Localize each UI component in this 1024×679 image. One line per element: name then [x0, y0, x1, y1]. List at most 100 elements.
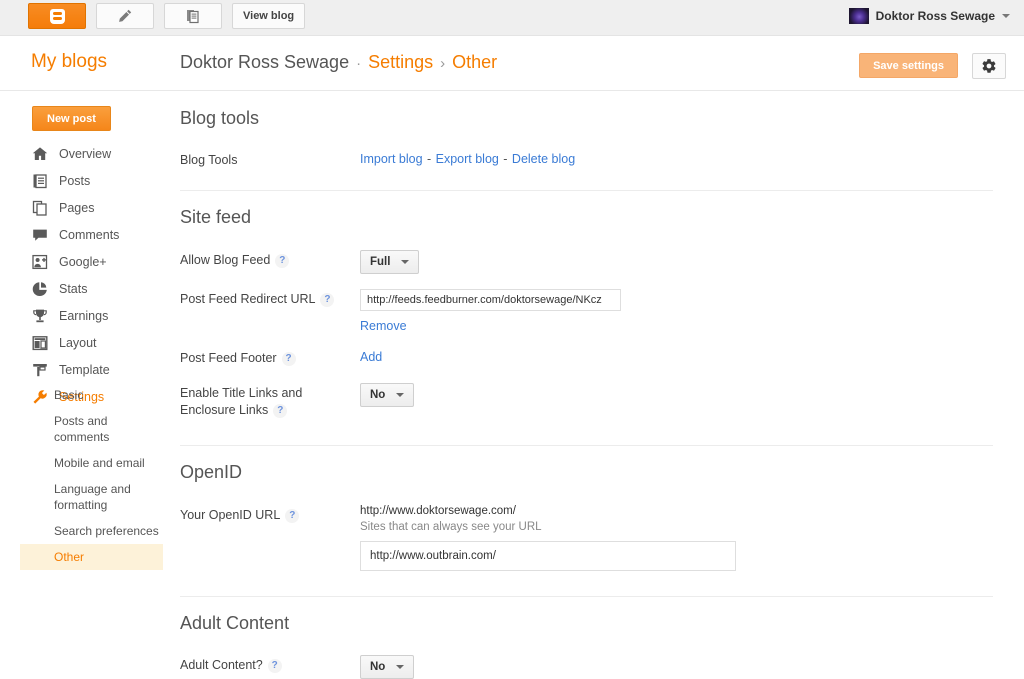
documents-icon — [187, 10, 199, 24]
top-toolbar: View blog Doktor Ross Sewage — [0, 0, 1024, 36]
export-blog-link[interactable]: Export blog — [436, 152, 499, 166]
sidebar-item-label: Pages — [59, 200, 95, 215]
sidebar-item-label: Comments — [59, 227, 120, 242]
remove-redirect-link[interactable]: Remove — [360, 319, 407, 333]
label-text: Post Feed Footer — [180, 351, 277, 365]
sidebar-item-label: Google+ — [59, 254, 107, 269]
sidebar-subitem-other[interactable]: Other — [20, 544, 163, 570]
breadcrumb-current-page[interactable]: Other — [452, 52, 497, 73]
import-blog-link[interactable]: Import blog — [360, 152, 423, 166]
sidebar-item-label: Template — [59, 362, 110, 377]
settings-gear-button[interactable] — [972, 53, 1006, 79]
new-post-label: New post — [47, 112, 96, 125]
user-avatar — [848, 8, 869, 24]
trophy-icon — [31, 307, 48, 324]
row-openid-url: Your OpenID URL? http://www.doktorsewage… — [180, 505, 1024, 571]
row-allow-blog-feed: Allow Blog Feed? Full — [180, 250, 1024, 274]
help-icon[interactable]: ? — [281, 351, 296, 366]
sidebar-item-label: Layout — [59, 335, 97, 350]
help-icon[interactable]: ? — [275, 253, 290, 268]
sidebar-item-stats[interactable]: Stats — [0, 277, 170, 300]
allow-blog-feed-select[interactable]: Full — [360, 250, 420, 274]
toolbar-button-group: View blog — [28, 3, 306, 29]
row-post-feed-redirect-url: Post Feed Redirect URL? Remove — [180, 289, 1024, 335]
sidebar-item-label: Posts — [59, 173, 91, 188]
section-title-blog-tools: Blog tools — [180, 108, 260, 128]
chevron-down-icon — [1002, 14, 1010, 18]
help-icon[interactable]: ? — [285, 508, 300, 523]
help-icon[interactable]: ? — [320, 292, 335, 307]
save-settings-button[interactable]: Save settings — [859, 53, 958, 78]
user-name-label: Doktor Ross Sewage — [875, 9, 995, 23]
row-post-feed-footer: Post Feed Footer? Add — [180, 348, 1024, 367]
sidebar-item-posts[interactable]: Posts — [0, 169, 170, 192]
sidebar-subitem-language-and-formatting[interactable]: Language and formatting — [20, 476, 140, 518]
add-footer-link[interactable]: Add — [360, 350, 382, 364]
posts-list-button[interactable] — [164, 3, 222, 29]
sidebar-item-pages[interactable]: Pages — [0, 196, 170, 219]
openid-allowed-sites-input[interactable] — [360, 541, 736, 571]
home-icon — [31, 145, 48, 162]
view-blog-label: View blog — [243, 10, 295, 22]
label-text: Your OpenID URL — [180, 508, 281, 522]
my-blogs-link[interactable]: My blogs — [31, 51, 107, 73]
template-icon — [31, 361, 48, 378]
main-content: Blog tools Blog Tools Import blog - Expo… — [180, 92, 1024, 679]
sidebar-item-google-plus[interactable]: Google+ — [0, 250, 170, 273]
row-label-post-feed-footer: Post Feed Footer? — [180, 348, 360, 367]
adult-content-select[interactable]: No — [360, 655, 415, 679]
help-icon[interactable]: ? — [273, 403, 288, 418]
posts-icon — [31, 172, 48, 189]
blogger-home-button[interactable] — [28, 3, 86, 29]
pages-icon — [31, 199, 48, 216]
comment-icon — [31, 226, 48, 243]
user-menu[interactable]: Doktor Ross Sewage — [848, 8, 1010, 24]
section-title-adult-content: Adult Content — [180, 613, 290, 633]
sidebar-item-label: Overview — [59, 146, 112, 161]
sidebar-item-label: Stats — [59, 281, 88, 296]
sidebar-item-earnings[interactable]: Earnings — [0, 304, 170, 327]
chevron-down-icon — [401, 260, 410, 264]
row-label-openid-url: Your OpenID URL? — [180, 505, 360, 524]
sidebar-item-comments[interactable]: Comments — [0, 223, 170, 246]
select-value: Full — [370, 256, 391, 268]
row-label-blog-tools: Blog Tools — [180, 153, 238, 167]
new-post-pencil-button[interactable] — [96, 3, 154, 29]
sidebar-item-template[interactable]: Template — [0, 358, 170, 381]
blog-tools-links: Import blog - Export blog - Delete blog — [360, 150, 1024, 168]
openid-url-value: http://www.doktorsewage.com/ — [360, 505, 516, 517]
post-feed-redirect-input[interactable] — [360, 289, 621, 311]
section-divider — [180, 596, 993, 597]
sidebar-item-layout[interactable]: Layout — [0, 331, 170, 354]
breadcrumb-settings-link[interactable]: Settings — [368, 52, 433, 73]
sidebar-subitem-posts-and-comments[interactable]: Posts and comments — [20, 408, 163, 450]
section-title-site-feed: Site feed — [180, 207, 252, 227]
row-enable-title-links: Enable Title Links and Enclosure Links? … — [180, 383, 1024, 419]
label-text: Post Feed Redirect URL — [180, 292, 316, 306]
select-value: No — [370, 389, 386, 401]
breadcrumb-dot-separator: · — [356, 55, 362, 72]
select-value: No — [370, 661, 386, 673]
delete-blog-link[interactable]: Delete blog — [512, 152, 575, 166]
sidebar-item-overview[interactable]: Overview — [0, 142, 170, 165]
label-text: Allow Blog Feed — [180, 253, 271, 267]
section-title-openid: OpenID — [180, 462, 243, 482]
save-settings-label: Save settings — [873, 59, 944, 72]
row-label-adult-content: Adult Content?? — [180, 655, 360, 674]
allow-blog-feed-field: Full — [360, 250, 1024, 274]
help-icon[interactable]: ? — [267, 658, 282, 673]
sidebar-subitem-search-preferences[interactable]: Search preferences — [20, 518, 163, 544]
new-post-button[interactable]: New post — [32, 106, 111, 131]
section-divider — [180, 445, 993, 446]
breadcrumb-blog-name: Doktor Ross Sewage — [180, 52, 350, 72]
post-feed-footer-field: Add — [360, 348, 1024, 366]
sidebar-subitem-basic[interactable]: Basic — [20, 382, 163, 408]
google-plus-icon — [31, 253, 48, 270]
pencil-icon — [119, 9, 132, 22]
enable-title-links-select[interactable]: No — [360, 383, 415, 407]
sidebar-item-label: Earnings — [59, 308, 109, 323]
gear-icon — [982, 59, 996, 73]
breadcrumb-chevron-separator: › — [440, 55, 446, 72]
view-blog-button[interactable]: View blog — [232, 3, 306, 29]
sidebar-subitem-mobile-and-email[interactable]: Mobile and email — [20, 450, 163, 476]
